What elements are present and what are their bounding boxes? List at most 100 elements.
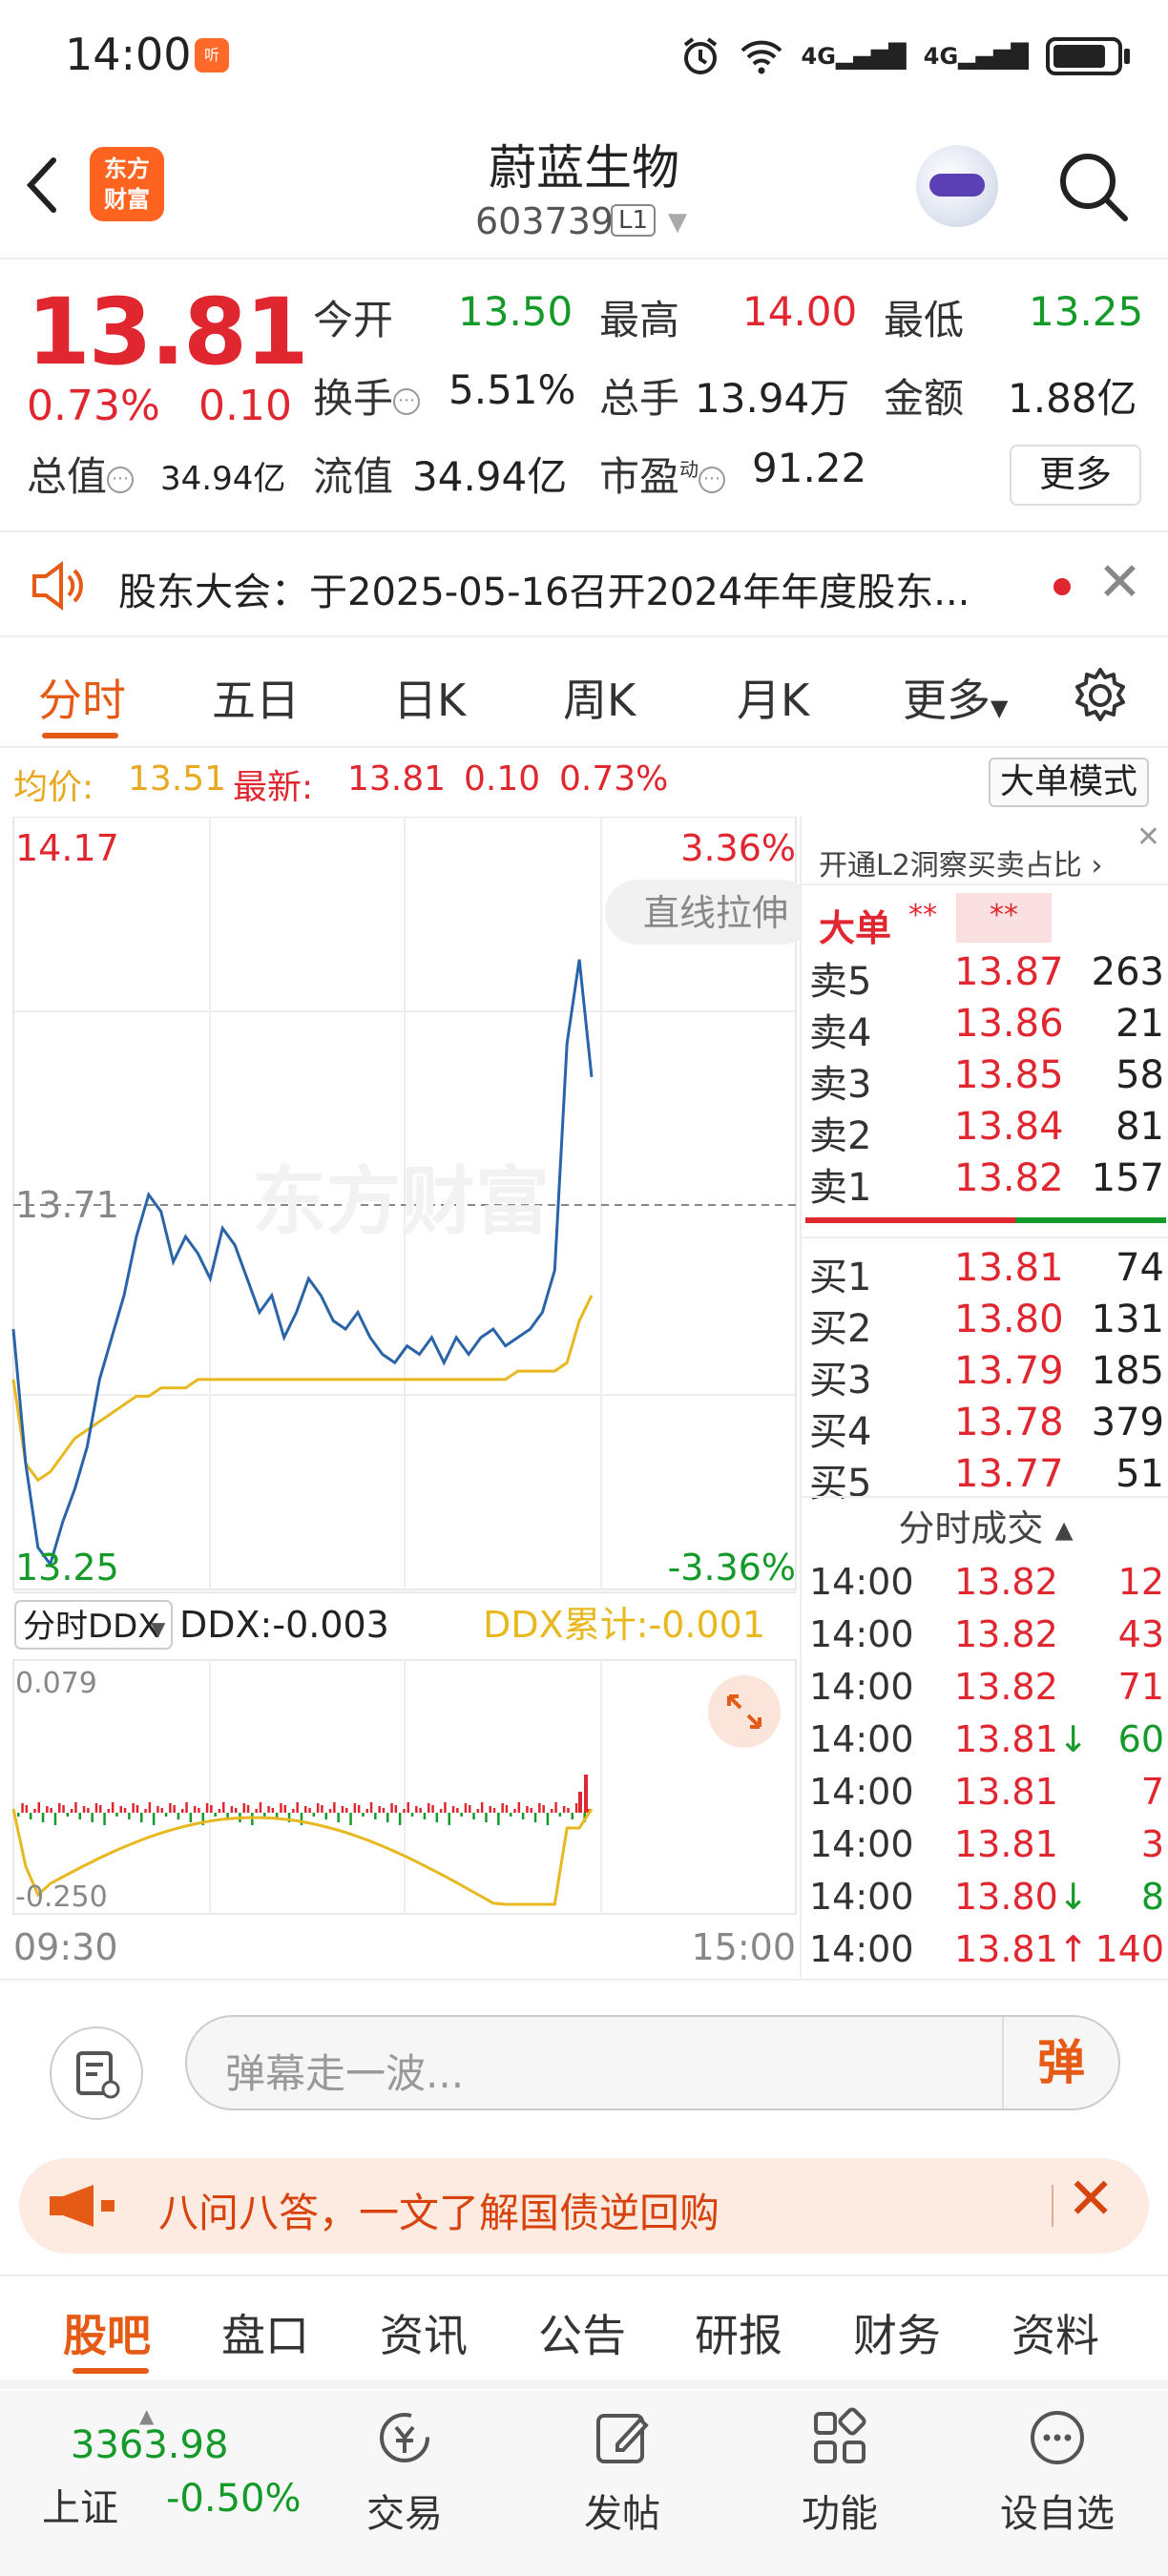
tab-market-depth[interactable]: 盘口: [221, 2301, 309, 2364]
close-icon[interactable]: ✕: [1067, 2166, 1115, 2233]
search-icon[interactable]: [1055, 149, 1132, 225]
tab-news[interactable]: 资讯: [380, 2301, 468, 2364]
intraday-chart[interactable]: 东方财富 14.17 3.36% 13.71 13.25 -3.36% 直线拉伸…: [0, 817, 800, 1979]
ai-assistant-robot-icon[interactable]: [916, 145, 998, 227]
buy-row-1[interactable]: 买1 13.81 74: [802, 1246, 1168, 1299]
tab-five-day[interactable]: 五日: [212, 666, 300, 729]
close-icon[interactable]: ✕: [1137, 821, 1160, 854]
straight-pull-button[interactable]: 直线拉伸: [605, 880, 800, 945]
chevron-down-icon[interactable]: ▼: [668, 208, 687, 237]
tab-financials[interactable]: 财务: [853, 2301, 941, 2364]
ddx-cumulative: DDX累计:-0.001: [483, 1604, 765, 1646]
buy-row-3[interactable]: 买3 13.79 185: [802, 1349, 1168, 1402]
sell-row-2[interactable]: 卖2 13.84 81: [802, 1105, 1168, 1158]
sell-row-1[interactable]: 卖1 13.82 157: [802, 1156, 1168, 1210]
alarm-icon: [683, 37, 717, 74]
l2-upgrade-banner[interactable]: 开通L2洞察买卖占比 ›: [802, 817, 1168, 885]
trades-header[interactable]: 分时成交 ▴: [802, 1496, 1168, 1557]
sell-row-4[interactable]: 卖4 13.86 21: [802, 1002, 1168, 1055]
latest-label: 最新:: [233, 768, 314, 807]
ddx-bar: [21, 1803, 24, 1813]
tab-forum[interactable]: 股吧: [63, 2301, 151, 2364]
trade-row: 14:00 13.82 43: [809, 1613, 1164, 1655]
tab-research[interactable]: 研报: [695, 2301, 782, 2364]
avg-price-line: [11, 1295, 594, 1483]
buy-row-2[interactable]: 买2 13.80 131: [802, 1298, 1168, 1351]
ddx-bar: [160, 1808, 163, 1813]
trade-row: 14:00 13.81 3: [809, 1823, 1164, 1865]
signal-4g-icon: 4G▂▄▆█: [801, 43, 907, 70]
promo-banner[interactable]: 八问八答，一文了解国债逆回购 ✕: [19, 2158, 1149, 2254]
pe-label[interactable]: 市盈动 ⋯: [599, 445, 726, 503]
ddx-bar: [99, 1805, 102, 1813]
ddx-bar: [198, 1808, 200, 1813]
ddx-selector[interactable]: 分时DDX ▼: [14, 1600, 173, 1650]
ddx-bar: [538, 1803, 541, 1813]
ddx-bar: [357, 1805, 361, 1813]
ddx-bar: [382, 1808, 386, 1813]
ddx-bar: [431, 1805, 434, 1813]
nav-trade[interactable]: 交易: [328, 2404, 481, 2538]
mktcap-label[interactable]: 总值 ⋯: [27, 445, 135, 503]
tab-profile[interactable]: 资料: [1012, 2301, 1099, 2364]
sell-row-5[interactable]: 卖5 13.87 263: [802, 950, 1168, 1004]
index-name[interactable]: 上证: [42, 2477, 118, 2532]
tab-monthly-k[interactable]: 月K: [737, 666, 809, 729]
level-badge[interactable]: L1: [611, 204, 657, 237]
nav-post[interactable]: 发帖: [546, 2404, 699, 2538]
stock-code: 603739: [475, 200, 615, 242]
ddx-bar: [205, 1803, 209, 1813]
ddx-gridlines: [209, 1660, 602, 1914]
more-button[interactable]: 更多: [1010, 445, 1141, 506]
expand-icon[interactable]: [708, 1675, 781, 1748]
ddx-bar: [185, 1802, 188, 1813]
turnover-label[interactable]: 换手 ⋯: [313, 366, 421, 425]
ddx-header-divider: [13, 1591, 796, 1593]
tab-weekly-k[interactable]: 周K: [563, 666, 636, 729]
ddx-bar: [460, 1813, 463, 1817]
danmu-settings-icon[interactable]: [50, 2026, 143, 2120]
index-value[interactable]: 3363.98: [71, 2423, 228, 2467]
notice-bar[interactable]: 股东大会：于2025-05-16召开2024年年度股东... ✕: [0, 530, 1168, 637]
battery-icon: [1046, 37, 1122, 75]
gear-icon[interactable]: [1071, 666, 1130, 725]
danmu-send-button[interactable]: 弹: [1002, 2017, 1118, 2109]
ddx-bar: [119, 1806, 122, 1813]
ddx-bar: [341, 1806, 344, 1813]
ddx-bar: [369, 1802, 373, 1813]
info-icon: ⋯: [393, 387, 421, 415]
ddx-bar: [324, 1813, 327, 1819]
trade-row: 14:00 13.81↓ 60: [809, 1718, 1164, 1760]
danmu-input[interactable]: 弹幕走一波... 弹: [185, 2015, 1120, 2110]
tab-daily-k[interactable]: 日K: [393, 666, 466, 729]
ddx-bar: [345, 1808, 348, 1813]
nav-add-watchlist[interactable]: 设自选: [981, 2404, 1134, 2538]
ddx-bar: [66, 1813, 70, 1817]
buy-row-4[interactable]: 买4 13.78 379: [802, 1401, 1168, 1454]
ddx-bar: [480, 1802, 484, 1813]
nav-functions[interactable]: 功能: [763, 2404, 916, 2538]
ddx-bar: [510, 1813, 512, 1817]
tab-more[interactable]: 更多▼: [903, 666, 1008, 729]
wifi-icon: [740, 40, 782, 74]
tab-announcements[interactable]: 公告: [538, 2301, 626, 2364]
ddx-bar: [394, 1805, 398, 1813]
ddx-bar: [177, 1813, 180, 1819]
close-icon[interactable]: ✕: [1097, 551, 1142, 613]
high-label: 最高: [599, 297, 680, 343]
big-order-mode-button[interactable]: 大单模式: [989, 758, 1149, 807]
change-percent: 0.73%: [27, 382, 160, 430]
header: 东方财富 蔚蓝生物 603739 L1 ▼: [0, 113, 1168, 260]
ddx-bar: [292, 1809, 295, 1813]
notice-text[interactable]: 股东大会：于2025-05-16召开2024年年度股东...: [118, 561, 1034, 616]
volume-value: 13.94万: [695, 375, 850, 422]
tab-intraday[interactable]: 分时: [38, 666, 126, 729]
ddx-bar: [304, 1806, 307, 1813]
promo-text[interactable]: 八问八答，一文了解国债逆回购: [158, 2181, 720, 2239]
sell-row-3[interactable]: 卖3 13.85 58: [802, 1053, 1168, 1107]
status-time: 14:00: [65, 29, 192, 80]
order-book: 开通L2洞察买卖占比 › ✕ 大单 ** ** 卖5 13.87 263 卖4 13.…: [800, 817, 1168, 1979]
ddx-bar: [423, 1813, 427, 1819]
index-change[interactable]: -0.50%: [166, 2477, 302, 2521]
ddx-bar: [567, 1808, 570, 1813]
